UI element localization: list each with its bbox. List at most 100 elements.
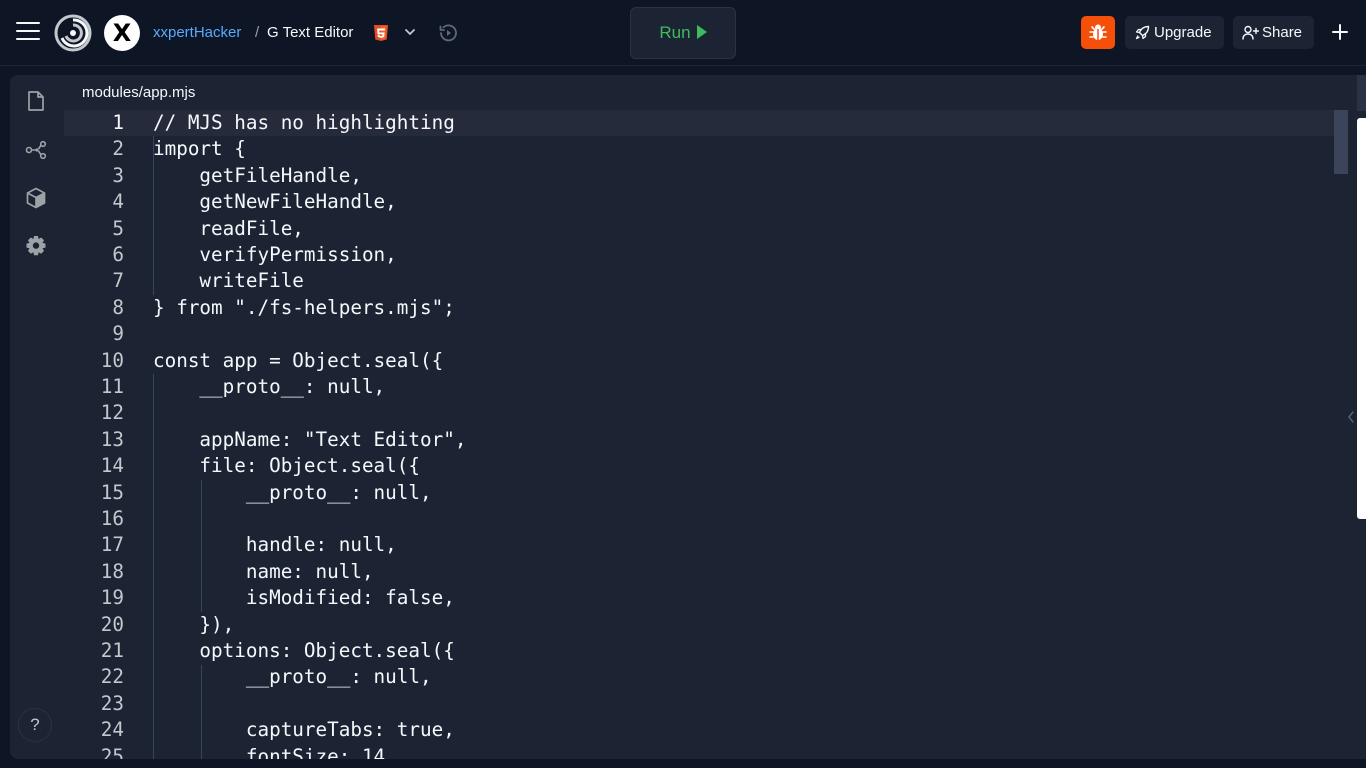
file-tab-app-mjs[interactable]: modules/app.mjs [64, 75, 217, 110]
line-text: file: Object.seal({ [153, 454, 420, 478]
code-line[interactable]: 15 __proto__: null, [64, 480, 1334, 506]
html5-icon[interactable] [372, 24, 390, 42]
line-text: readFile, [153, 216, 304, 240]
line-number: 7 [112, 269, 124, 293]
code-line[interactable]: 19 isModified: false, [64, 585, 1334, 611]
line-text: fontSize: 14, [153, 744, 397, 759]
line-number: 18 [100, 559, 124, 583]
line-number: 6 [112, 243, 124, 266]
run-button-label: Run [659, 23, 691, 42]
line-text: handle: null, [153, 533, 397, 557]
upgrade-button[interactable]: Upgrade [1125, 16, 1224, 49]
line-number: 9 [112, 322, 124, 346]
line-number: 25 [100, 744, 124, 759]
code-line[interactable]: 23 [64, 691, 1334, 717]
code-line[interactable]: 12 [64, 400, 1334, 426]
code-line[interactable]: 18 name: null, [64, 559, 1334, 585]
code-line[interactable]: 16 [64, 506, 1334, 532]
line-text: const app = Object.seal({ [153, 348, 444, 372]
share-label: Share [1262, 24, 1303, 41]
line-number: 12 [100, 401, 124, 425]
line-text: } from "./fs-helpers.mjs"; [153, 295, 455, 319]
code-line[interactable]: 17 handle: null, [64, 532, 1334, 558]
line-number: 10 [100, 348, 124, 372]
line-text: // MJS has no highlighting [153, 111, 455, 134]
user-avatar[interactable]: X [104, 15, 140, 51]
panel-edge [1357, 75, 1366, 111]
line-text: verifyPermission, [153, 243, 397, 266]
line-text: captureTabs: true, [153, 718, 455, 742]
code-line[interactable]: 13 appName: "Text Editor", [64, 427, 1334, 453]
menu-icon[interactable] [16, 22, 40, 44]
run-button[interactable]: Run [630, 7, 736, 59]
line-text: __proto__: null, [153, 375, 386, 398]
breadcrumb-username[interactable]: xxpertHacker [153, 24, 241, 41]
rocket-icon [1135, 25, 1150, 40]
line-number: 23 [100, 691, 124, 715]
line-text: getFileHandle, [153, 163, 362, 187]
packages-icon[interactable] [24, 186, 48, 210]
line-number: 8 [112, 295, 124, 319]
code-line[interactable]: 2 import { [64, 136, 1334, 162]
line-text: appName: "Text Editor", [153, 427, 467, 451]
chevron-left-icon[interactable] [1347, 410, 1355, 424]
code-line[interactable]: 8 } from "./fs-helpers.mjs"; [64, 295, 1334, 321]
code-line[interactable]: 9 [64, 321, 1334, 347]
code-line[interactable]: 6 verifyPermission, [64, 242, 1334, 268]
editor-scrollbar[interactable] [1334, 110, 1348, 759]
code-line[interactable]: 24 captureTabs: true, [64, 717, 1334, 743]
bug-icon [1089, 24, 1107, 40]
preview-panel-edge[interactable] [1357, 118, 1366, 519]
line-number: 1 [112, 111, 124, 134]
debug-button[interactable] [1081, 16, 1115, 49]
chevron-down-icon[interactable] [403, 25, 417, 39]
code-line[interactable]: 14 file: Object.seal({ [64, 453, 1334, 479]
line-number: 2 [112, 137, 124, 161]
line-text: import { [153, 137, 246, 161]
code-line[interactable]: 1 // MJS has no highlighting [64, 110, 1334, 137]
code-line[interactable]: 21 options: Object.seal({ [64, 638, 1334, 664]
line-number: 22 [100, 665, 124, 689]
breadcrumb-repl-name[interactable]: G Text Editor [267, 24, 353, 41]
breadcrumb-separator: / [255, 24, 260, 41]
line-number: 4 [112, 190, 124, 214]
settings-gear-icon[interactable] [24, 234, 48, 258]
line-number: 11 [100, 375, 124, 398]
line-number: 13 [100, 427, 124, 451]
code-line[interactable]: 7 writeFile [64, 268, 1334, 294]
line-text: __proto__: null, [153, 665, 432, 689]
code-line[interactable]: 4 getNewFileHandle, [64, 189, 1334, 215]
line-number: 21 [100, 639, 124, 662]
line-number: 15 [100, 480, 124, 504]
code-editor[interactable]: 1 // MJS has no highlighting 2 import { … [64, 110, 1348, 759]
line-number: 5 [112, 216, 124, 240]
line-number: 17 [100, 533, 124, 557]
play-icon [696, 25, 707, 39]
line-text: __proto__: null, [153, 480, 432, 504]
line-number: 24 [100, 718, 124, 742]
code-line[interactable]: 3 getFileHandle, [64, 163, 1334, 189]
version-control-icon[interactable] [24, 138, 48, 162]
history-icon[interactable] [437, 22, 459, 44]
share-button[interactable]: Share [1233, 16, 1314, 49]
line-text: }), [153, 612, 235, 636]
help-button[interactable]: ? [18, 708, 52, 742]
scrollbar-thumb[interactable] [1334, 110, 1348, 174]
code-line[interactable]: 22 __proto__: null, [64, 664, 1334, 690]
code-line[interactable]: 25 fontSize: 14, [64, 744, 1334, 759]
line-number: 20 [100, 612, 124, 636]
top-bar: X xxpertHacker / G Text Editor Run Upgra… [0, 0, 1366, 66]
code-line[interactable]: 20 }), [64, 612, 1334, 638]
line-text: writeFile [153, 269, 304, 293]
add-icon[interactable] [1330, 22, 1350, 42]
files-icon[interactable] [24, 89, 48, 113]
code-line[interactable]: 10 const app = Object.seal({ [64, 348, 1334, 374]
line-number: 16 [100, 507, 124, 530]
line-number: 14 [100, 454, 124, 478]
line-text: isModified: false, [153, 586, 455, 610]
code-line[interactable]: 5 readFile, [64, 216, 1334, 242]
add-user-icon [1242, 25, 1259, 40]
line-text: options: Object.seal({ [153, 639, 455, 662]
replit-logo-icon[interactable] [54, 14, 92, 52]
code-line[interactable]: 11 __proto__: null, [64, 374, 1334, 400]
